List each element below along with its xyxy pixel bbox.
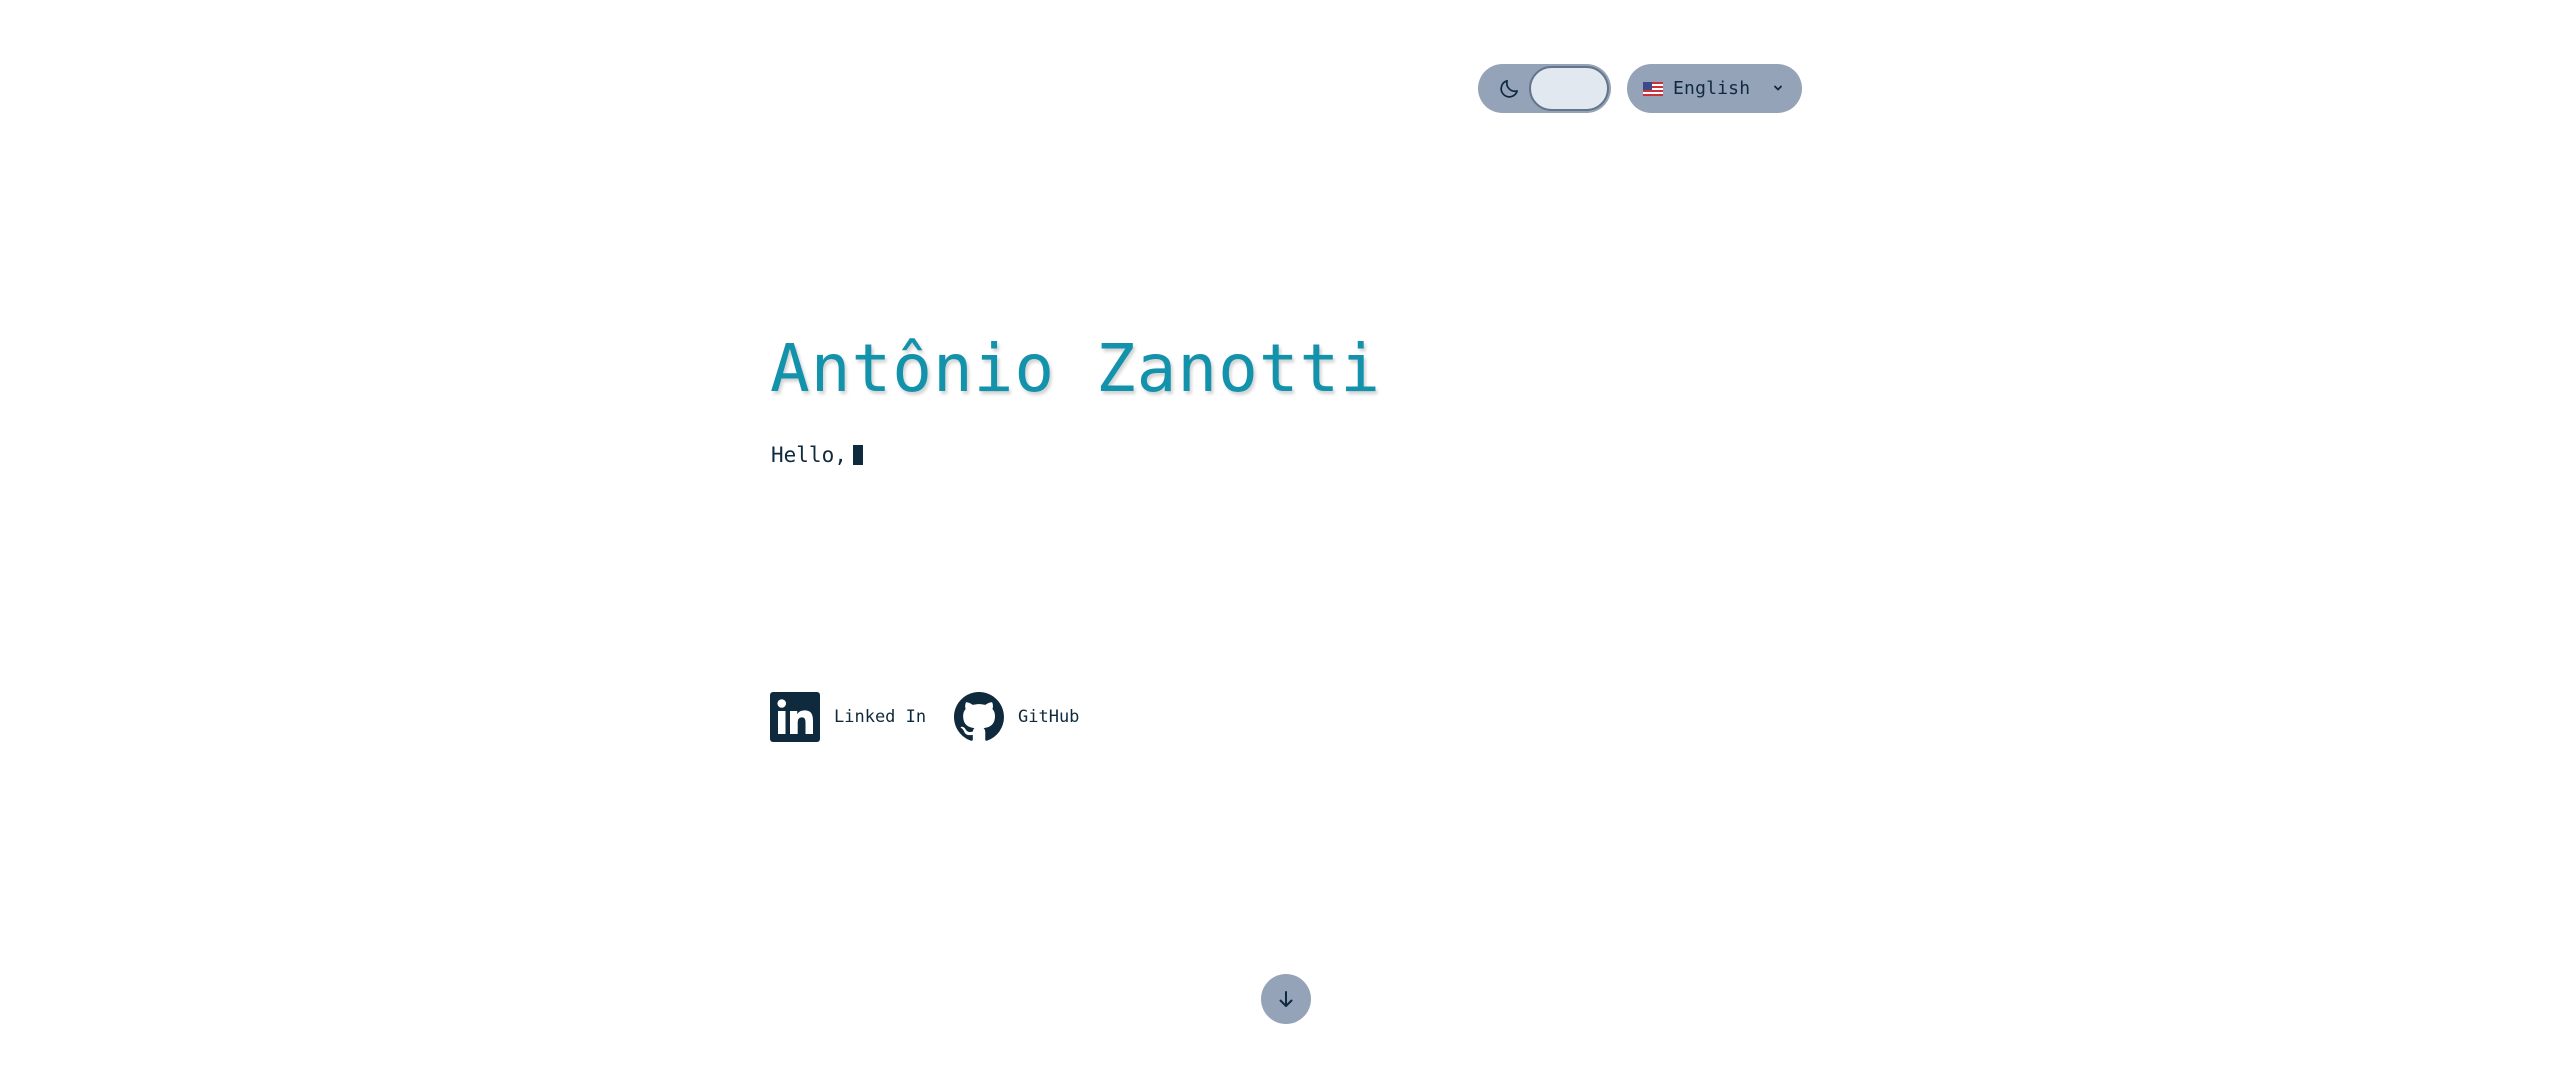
language-select[interactable]: English xyxy=(1627,64,1802,113)
github-label: GitHub xyxy=(1018,707,1080,727)
moon-icon xyxy=(1500,79,1519,98)
chevron-down-icon xyxy=(1774,85,1782,91)
hero-name: Antônio Zanotti xyxy=(770,330,1382,407)
theme-toggle-knob xyxy=(1529,66,1609,111)
language-label: English xyxy=(1673,78,1751,99)
github-link[interactable]: GitHub xyxy=(954,692,1079,742)
arrow-down-icon xyxy=(1279,991,1293,1007)
github-icon xyxy=(954,692,1004,741)
greeting-text: Hello, xyxy=(771,443,847,467)
theme-toggle[interactable] xyxy=(1478,64,1611,113)
typing-cursor xyxy=(852,445,863,465)
scroll-down-button[interactable] xyxy=(1261,974,1311,1024)
us-flag-icon xyxy=(1643,81,1663,96)
linkedin-label: Linked In xyxy=(834,707,927,727)
hero-greeting: Hello, xyxy=(771,443,863,467)
linkedin-icon xyxy=(770,692,820,742)
linkedin-link[interactable]: Linked In xyxy=(770,692,926,742)
